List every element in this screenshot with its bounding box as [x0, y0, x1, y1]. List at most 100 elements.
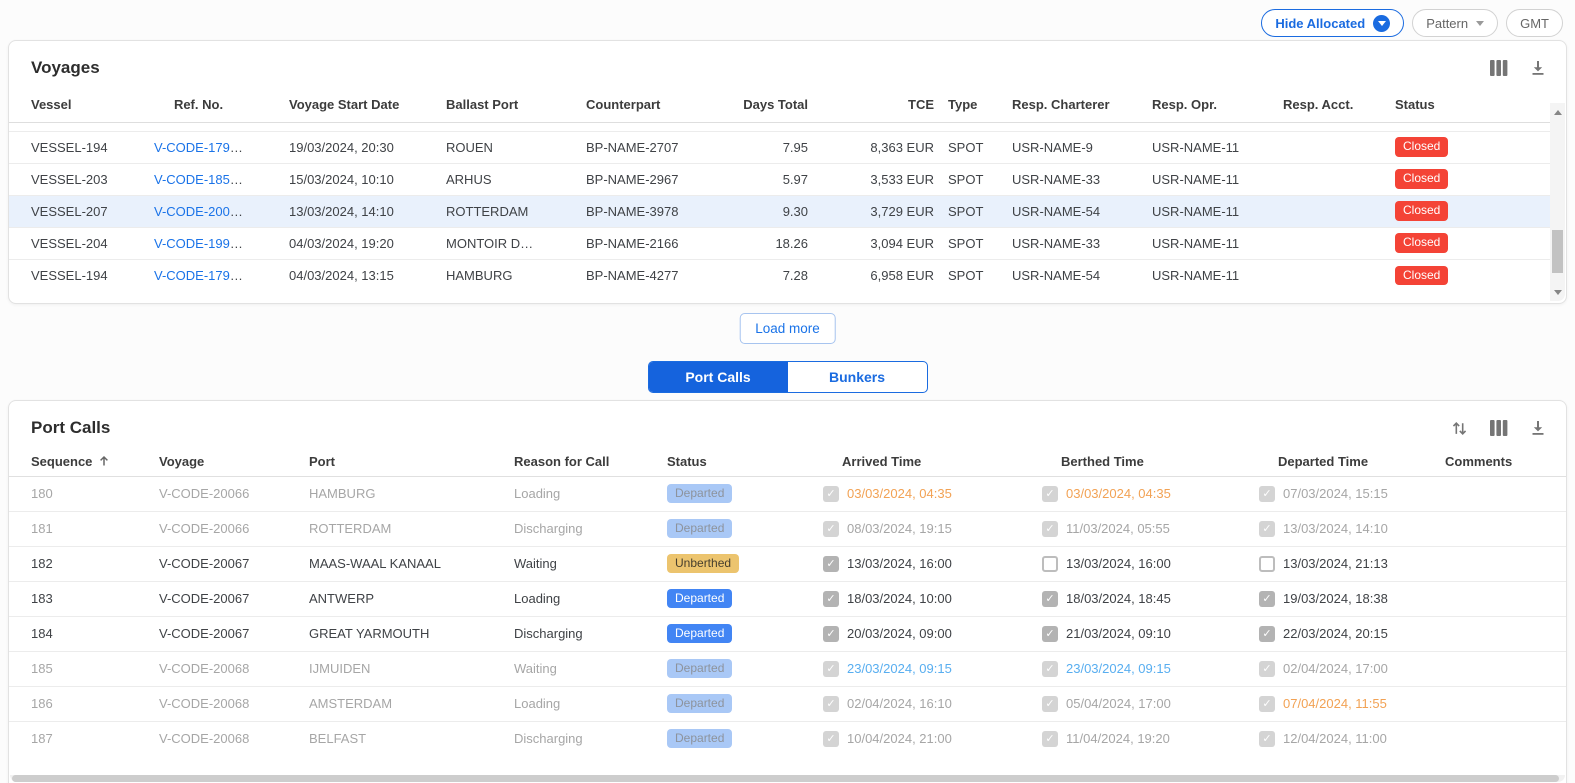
departed-checkbox[interactable]: ✓	[1259, 731, 1275, 747]
cell-counterpart: BP-NAME-2967	[586, 163, 736, 195]
voyage-ref-link[interactable]: V-CODE-20067	[154, 204, 244, 219]
download-icon[interactable]	[1530, 60, 1546, 76]
arrived-checkbox[interactable]: ✓	[823, 626, 839, 642]
tab-bunkers[interactable]: Bunkers	[788, 362, 927, 392]
column-label: Sequence	[31, 454, 92, 469]
arrived-checkbox[interactable]: ✓	[823, 486, 839, 502]
port-call-row[interactable]: 186V-CODE-20068AMSTERDAMLoadingDeparted✓…	[9, 686, 1566, 721]
arrived-checkbox[interactable]: ✓	[823, 556, 839, 572]
arrived-checkbox[interactable]: ✓	[823, 661, 839, 677]
berthed-checkbox[interactable]: ✓	[1042, 696, 1058, 712]
berthed-checkbox[interactable]: ✓	[1042, 661, 1058, 677]
gmt-button[interactable]: GMT	[1506, 9, 1563, 37]
cell-resp-acct	[1283, 227, 1395, 259]
cell-status: Departed	[667, 511, 823, 546]
voyage-ref-link[interactable]: V-CODE-185009	[154, 172, 252, 187]
port-call-row[interactable]: 184V-CODE-20067GREAT YARMOUTHDischarging…	[9, 616, 1566, 651]
departed-checkbox[interactable]: ✓	[1259, 696, 1275, 712]
berthed-checkbox[interactable]: ✓	[1042, 591, 1058, 607]
column-header-counterpart[interactable]: Counterpart	[586, 88, 736, 122]
berthed-value: ✓ 18/03/2024, 18:45	[1042, 591, 1249, 607]
departed-checkbox[interactable]: ✓	[1259, 521, 1275, 537]
berthed-checkbox[interactable]: ✓	[1042, 731, 1058, 747]
column-header-voyage[interactable]: Voyage	[159, 448, 309, 476]
column-header-arrived-time[interactable]: Arrived Time	[823, 448, 1042, 476]
scroll-down-icon[interactable]	[1550, 285, 1565, 299]
cell-reason: Loading	[514, 581, 667, 616]
scrollbar-thumb[interactable]	[1552, 230, 1563, 274]
horizontal-scrollbar[interactable]	[10, 775, 1565, 782]
column-header-berthed-time[interactable]: Berthed Time	[1042, 448, 1259, 476]
column-header-ref-no-[interactable]: Ref. No.	[154, 88, 289, 122]
column-header-voyage-start-date[interactable]: Voyage Start Date	[289, 88, 446, 122]
column-header-comments[interactable]: Comments	[1445, 448, 1566, 476]
voyage-ref-link[interactable]: V-CODE-179019	[154, 268, 252, 283]
cell-days-total: 7.95	[736, 131, 822, 163]
sort-icon[interactable]	[1451, 420, 1468, 437]
cell-start: 04/03/2024, 19:20	[289, 227, 446, 259]
arrived-checkbox[interactable]: ✓	[823, 731, 839, 747]
berthed-checkbox[interactable]: ✓	[1042, 626, 1058, 642]
voyage-ref-link[interactable]: V-CODE-199048	[154, 236, 252, 251]
columns-icon[interactable]	[1490, 60, 1508, 76]
arrived-checkbox[interactable]: ✓	[823, 591, 839, 607]
departed-checkbox[interactable]	[1259, 556, 1275, 572]
arrived-value: ✓10/04/2024, 21:00	[823, 731, 1032, 747]
berthed-checkbox[interactable]: ✓	[1042, 486, 1058, 502]
column-header-status[interactable]: Status	[667, 448, 823, 476]
departed-time: 07/04/2024, 11:55	[1283, 696, 1387, 711]
cell-status: Departed	[667, 581, 823, 616]
voyages-actions	[1490, 60, 1546, 76]
cell-resp-acct	[1283, 259, 1395, 291]
hide-allocated-button[interactable]: Hide Allocated	[1261, 9, 1404, 37]
load-more-button[interactable]: Load more	[739, 313, 836, 344]
cell-ref: V-CODE-179021	[154, 131, 289, 163]
columns-icon[interactable]	[1490, 420, 1508, 436]
voyage-row[interactable]: VESSEL-194V-CODE-17902119/03/2024, 20:30…	[9, 131, 1550, 163]
tab-port-calls[interactable]: Port Calls	[649, 362, 788, 392]
column-header-resp-acct-[interactable]: Resp. Acct.	[1283, 88, 1395, 122]
voyage-row[interactable]: VESSEL-204V-CODE-19904804/03/2024, 19:20…	[9, 227, 1550, 259]
column-header-sequence[interactable]: Sequence	[9, 448, 159, 476]
berthed-checkbox[interactable]: ✓	[1042, 521, 1058, 537]
port-call-row[interactable]: 183V-CODE-20067ANTWERPLoadingDeparted✓18…	[9, 581, 1566, 616]
column-header-tce[interactable]: TCE	[822, 88, 948, 122]
voyage-row[interactable]: VESSEL-203V-CODE-18500915/03/2024, 10:10…	[9, 163, 1550, 195]
port-call-row[interactable]: 182V-CODE-20067MAAS-WAAL KANAALWaitingUn…	[9, 546, 1566, 581]
download-icon[interactable]	[1530, 420, 1546, 436]
port-call-row[interactable]: 180V-CODE-20066HAMBURGLoadingDeparted✓03…	[9, 476, 1566, 511]
berthed-checkbox[interactable]	[1042, 556, 1058, 572]
port-call-row[interactable]: 187V-CODE-20068BELFASTDischargingDeparte…	[9, 721, 1566, 756]
column-header-type[interactable]: Type	[948, 88, 1012, 122]
cell-reason: Waiting	[514, 546, 667, 581]
scroll-up-icon[interactable]	[1550, 105, 1565, 119]
column-header-vessel[interactable]: Vessel	[9, 88, 154, 122]
scrollbar-thumb[interactable]	[12, 775, 1559, 782]
arrived-value: ✓03/03/2024, 04:35	[823, 486, 1032, 502]
cell-resp-charterer: USR-NAME-54	[1012, 195, 1152, 227]
vertical-scrollbar[interactable]	[1550, 103, 1565, 301]
departed-checkbox[interactable]: ✓	[1259, 661, 1275, 677]
departed-checkbox[interactable]: ✓	[1259, 591, 1275, 607]
column-header-days-total[interactable]: Days Total	[736, 88, 822, 122]
column-header-departed-time[interactable]: Departed Time	[1259, 448, 1445, 476]
cell-comments	[1445, 581, 1566, 616]
column-header-port[interactable]: Port	[309, 448, 514, 476]
voyage-row[interactable]: VESSEL-194V-CODE-17901904/03/2024, 13:15…	[9, 259, 1550, 291]
column-header-reason-for-call[interactable]: Reason for Call	[514, 448, 667, 476]
pattern-button[interactable]: Pattern	[1412, 9, 1498, 37]
voyage-ref-link[interactable]: V-CODE-179021	[154, 140, 252, 155]
departed-checkbox[interactable]: ✓	[1259, 626, 1275, 642]
chevron-down-icon	[1373, 15, 1390, 32]
column-header-status[interactable]: Status	[1395, 88, 1550, 122]
arrived-checkbox[interactable]: ✓	[823, 696, 839, 712]
column-header-ballast-port[interactable]: Ballast Port	[446, 88, 586, 122]
berthed-time: 18/03/2024, 18:45	[1066, 591, 1171, 606]
column-header-resp-charterer[interactable]: Resp. Charterer	[1012, 88, 1152, 122]
port-call-row[interactable]: 185V-CODE-20068IJMUIDENWaitingDeparted✓2…	[9, 651, 1566, 686]
departed-checkbox[interactable]: ✓	[1259, 486, 1275, 502]
column-header-resp-opr-[interactable]: Resp. Opr.	[1152, 88, 1283, 122]
arrived-checkbox[interactable]: ✓	[823, 521, 839, 537]
port-call-row[interactable]: 181V-CODE-20066ROTTERDAMDischargingDepar…	[9, 511, 1566, 546]
voyage-row[interactable]: VESSEL-207V-CODE-2006713/03/2024, 14:10R…	[9, 195, 1550, 227]
